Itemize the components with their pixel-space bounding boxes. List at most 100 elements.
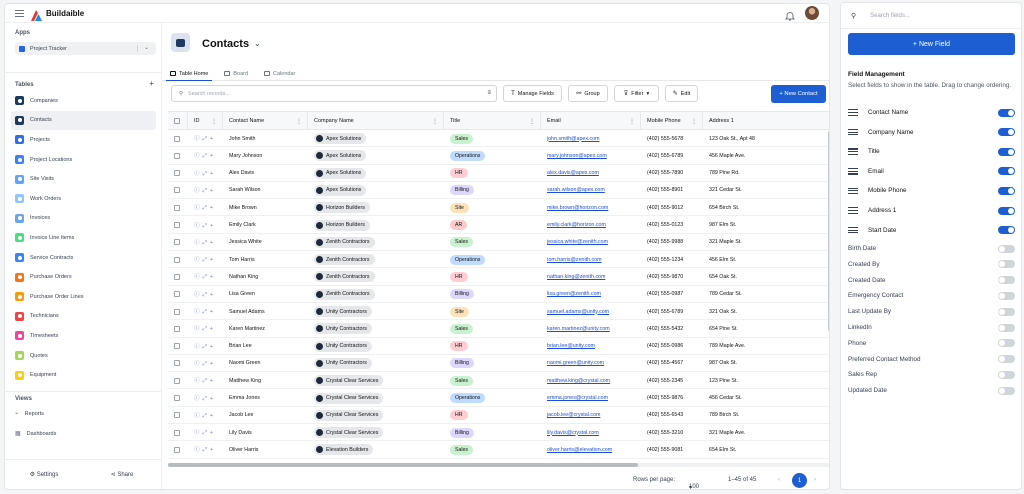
column-menu-icon[interactable]: ⋮ (211, 118, 217, 125)
table-row[interactable]: ⓘ⤢+ Oliver Harris Elevation Builders Sales o… (168, 441, 829, 459)
sidebar-item-quotes[interactable]: Quotes (11, 346, 156, 366)
sidebar-item-contacts[interactable]: Contacts (11, 110, 156, 131)
column-menu-icon[interactable]: ⋮ (629, 118, 635, 125)
row-actions[interactable]: ⓘ⤢+ (194, 169, 216, 178)
row-actions[interactable]: ⓘ⤢+ (194, 428, 216, 437)
add-icon[interactable]: + (210, 430, 216, 436)
chevron-down-icon[interactable]: ⌄ (254, 39, 261, 48)
field-toggle[interactable] (998, 291, 1015, 300)
vertical-scrollbar[interactable] (828, 131, 829, 331)
field-row-address-1[interactable]: Address 1 (848, 206, 1015, 215)
row-actions[interactable]: ⓘ⤢+ (194, 221, 216, 230)
company-chip[interactable]: Apex Solutions (314, 167, 367, 179)
row-actions[interactable]: ⓘ⤢+ (194, 307, 216, 316)
row-checkbox[interactable] (174, 343, 180, 350)
email-link[interactable]: jacob.lee@crystal.com (547, 412, 600, 418)
tab-calendar[interactable]: Calendar (256, 67, 303, 80)
next-page-icon[interactable]: › (814, 477, 816, 483)
field-row-last-update-by[interactable]: Last Update By (848, 307, 1015, 316)
field-search-input[interactable]: ⚲ Search fields... (841, 3, 1021, 29)
drag-handle-icon[interactable] (848, 187, 858, 195)
add-icon[interactable]: + (210, 240, 216, 246)
field-row-start-date[interactable]: Start Date (848, 226, 1015, 235)
column-header-contact-name[interactable]: Contact Name ⋮ (223, 112, 308, 130)
company-chip[interactable]: Apex Solutions (314, 184, 367, 196)
field-toggle[interactable] (998, 355, 1015, 364)
row-checkbox[interactable] (174, 377, 180, 384)
row-actions[interactable]: ⓘ⤢+ (194, 151, 216, 160)
table-row[interactable]: ⓘ⤢+ Nathan King Zenith Contractors HR nathan… (168, 268, 829, 286)
column-menu-icon[interactable]: ⋮ (529, 118, 535, 125)
prev-page-icon[interactable]: ‹ (778, 477, 780, 483)
row-actions[interactable]: ⓘ⤢+ (194, 272, 216, 281)
filter-list-icon[interactable]: ≡ (487, 90, 491, 96)
expand-icon[interactable]: ⤢ (203, 430, 210, 436)
company-chip[interactable]: Unity Contractors (314, 357, 372, 369)
info-icon[interactable]: ⓘ (194, 240, 203, 246)
email-link[interactable]: emma.jones@crystal.com (547, 395, 608, 401)
email-link[interactable]: emily.clark@horizon.com (547, 222, 606, 228)
add-icon[interactable]: + (210, 274, 216, 280)
add-icon[interactable]: + (210, 361, 216, 367)
expand-icon[interactable]: ⤢ (203, 205, 210, 211)
add-icon[interactable]: + (210, 136, 216, 142)
field-row-mobile-phone[interactable]: Mobile Phone (848, 186, 1015, 195)
column-header-company-name[interactable]: Company Name ⋮ (308, 112, 444, 130)
table-row[interactable]: ⓘ⤢+ Naomi Green Unity Contractors Billing na… (168, 355, 829, 373)
company-chip[interactable]: Unity Contractors (314, 323, 372, 335)
field-toggle[interactable] (998, 206, 1015, 215)
row-actions[interactable]: ⓘ⤢+ (194, 238, 216, 247)
avatar[interactable] (805, 6, 819, 20)
field-toggle[interactable] (998, 244, 1015, 253)
add-icon[interactable]: + (210, 292, 216, 298)
company-chip[interactable]: Unity Contractors (314, 340, 372, 352)
company-chip[interactable]: Zenith Contractors (314, 254, 375, 266)
info-icon[interactable]: ⓘ (194, 188, 203, 194)
row-checkbox[interactable] (174, 222, 180, 228)
expand-icon[interactable]: ⤢ (203, 309, 210, 315)
field-row-updated-date[interactable]: Updated Date (848, 386, 1015, 395)
info-icon[interactable]: ⓘ (194, 361, 203, 367)
expand-icon[interactable]: ⤢ (203, 136, 210, 142)
field-toggle[interactable] (998, 226, 1015, 235)
manage-fields-button[interactable]: T Manage Fields (503, 85, 562, 102)
horizontal-scrollbar[interactable] (168, 463, 829, 467)
page-title[interactable]: Contacts (202, 38, 249, 50)
field-row-company-name[interactable]: Company Name (848, 128, 1015, 137)
row-checkbox[interactable] (174, 360, 180, 367)
company-chip[interactable]: Unity Contractors (314, 306, 372, 317)
tab-board[interactable]: Board (216, 67, 256, 80)
new-contact-button[interactable]: + New Contact (771, 85, 826, 103)
table-row[interactable]: ⓘ⤢+ Lily Davis Crystal Clear Services Billi… (168, 424, 829, 442)
filter-button[interactable]: ⊽ Filter ▾ (614, 85, 659, 102)
table-row[interactable]: ⓘ⤢+ Alex Davis Apex Solutions HR alex.davis@… (168, 165, 829, 182)
menu-icon[interactable] (15, 9, 24, 17)
row-checkbox[interactable] (174, 273, 180, 280)
row-actions[interactable]: ⓘ⤢+ (194, 376, 216, 385)
view-item-reports[interactable]: ⌁ Reports (15, 410, 44, 418)
row-actions[interactable]: ⓘ⤢+ (194, 290, 216, 299)
table-row[interactable]: ⓘ⤢+ Sarah Wilson Apex Solutions Billing sara… (168, 182, 829, 200)
row-actions[interactable]: ⓘ⤢+ (194, 445, 216, 454)
field-row-linkedin[interactable]: LinkedIn (848, 323, 1015, 332)
company-chip[interactable]: Zenith Contractors (314, 236, 375, 248)
expand-icon[interactable]: ⤢ (203, 292, 210, 298)
field-row-title[interactable]: Title (848, 147, 1015, 156)
row-checkbox[interactable] (174, 325, 180, 332)
field-row-emergency-contact[interactable]: Emergency Contact (848, 291, 1015, 300)
tab-table-home[interactable]: Table Home (162, 67, 216, 81)
drag-handle-icon[interactable] (848, 207, 858, 214)
expand-icon[interactable]: ⤢ (203, 378, 210, 384)
expand-icon[interactable]: ⤢ (203, 413, 210, 419)
info-icon[interactable]: ⓘ (194, 223, 203, 229)
table-row[interactable]: ⓘ⤢+ Samuel Adams Unity Contractors Site samu… (168, 303, 829, 321)
add-icon[interactable]: + (210, 413, 216, 419)
field-toggle[interactable] (998, 147, 1015, 156)
expand-icon[interactable]: ⤢ (203, 223, 210, 229)
bell-icon[interactable] (785, 8, 795, 21)
app-selector[interactable]: Project Tracker ⌄ (15, 42, 156, 55)
row-actions[interactable]: ⓘ⤢+ (194, 342, 216, 351)
company-chip[interactable]: Crystal Clear Services (314, 392, 384, 404)
info-icon[interactable]: ⓘ (194, 274, 203, 280)
email-link[interactable]: lisa.green@zenith.com (547, 291, 601, 297)
